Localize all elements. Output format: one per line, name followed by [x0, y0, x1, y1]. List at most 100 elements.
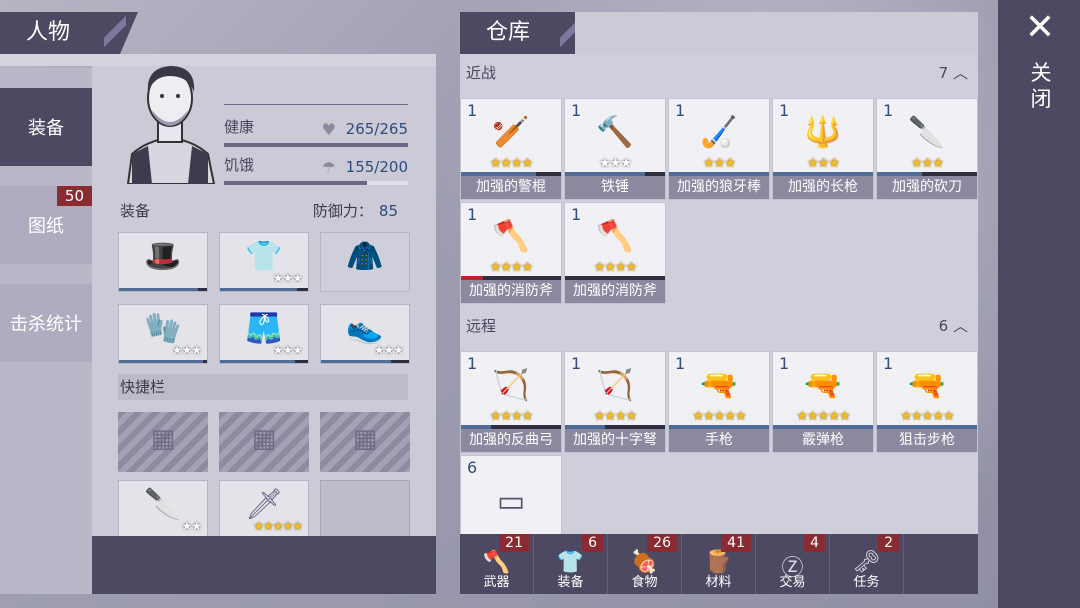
- stats-divider: [224, 104, 408, 105]
- quickbar-section-label: 快捷栏: [120, 378, 166, 396]
- shirt-icon: 👕: [245, 239, 283, 274]
- equipment-slot[interactable]: 👟 ★★★: [320, 304, 410, 364]
- jacket-slot-icon: 🧥: [346, 239, 384, 274]
- health-bar-fill: [224, 143, 408, 147]
- tab-kill-stats[interactable]: 击杀统计: [0, 284, 92, 362]
- health-label: 健康: [224, 118, 255, 136]
- item-name: 铁锤: [565, 176, 665, 199]
- locked-quickbar-slot[interactable]: ▦: [118, 412, 208, 472]
- item-name: 狙击步枪: [877, 429, 977, 452]
- inventory-item[interactable]: 1 🔫 ★★★★★ 手枪: [668, 351, 770, 453]
- storage-title: 仓库: [460, 12, 593, 54]
- tab-clothing[interactable]: 👕 装备 6: [534, 534, 608, 594]
- inventory-item[interactable]: 1 🔪 ★★★ 加强的砍刀: [876, 98, 978, 200]
- durability-bar: [119, 360, 207, 363]
- tab-equipment-label: 装备: [28, 118, 64, 139]
- title-stripe-decoration: [104, 12, 126, 54]
- empty-quickbar-slot[interactable]: [320, 480, 410, 540]
- star-rating: ★★★★: [593, 409, 638, 424]
- tab-blueprints[interactable]: 图纸 50: [0, 186, 92, 264]
- hunger-label: 饥饿: [224, 156, 255, 174]
- equipment-slot[interactable]: 🎩: [118, 232, 208, 292]
- storage-category-tabs: 🪓 武器 21 👕 装备 6 🍖 食物 26 🪵 材料 41 Ⓩ 交易 4 🗝 任务 2: [460, 534, 978, 594]
- star-rating: ★★★★★: [796, 409, 850, 424]
- hat-icon: 🎩: [144, 239, 182, 274]
- hunger-value: 155/200: [345, 158, 408, 176]
- star-rating: ★★★★★: [253, 519, 303, 533]
- cleaver-icon: 🔪: [144, 487, 182, 522]
- inventory-item[interactable]: 1 🔫 ★★★★★ 狙击步枪: [876, 351, 978, 453]
- melee-category-count: 7 ︿: [939, 58, 968, 88]
- star-rating: ★★★★: [593, 260, 638, 275]
- tab-material[interactable]: 🪵 材料 41: [682, 534, 756, 594]
- chevron-up-icon[interactable]: ︿: [953, 64, 968, 82]
- quickbar-slot[interactable]: 🗡 ★★★★★: [219, 480, 309, 540]
- inventory-item[interactable]: 1 🏑 ★★★ 加强的狼牙棒: [668, 98, 770, 200]
- tab-weapon[interactable]: 🪓 武器 21: [460, 534, 534, 594]
- equipment-slot[interactable]: 👕 ★★★: [219, 232, 309, 292]
- equipment-section-header: 装备 防御力： 85: [118, 198, 408, 224]
- durability-bar: [321, 360, 409, 363]
- locked-quickbar-slot[interactable]: ▦: [219, 412, 309, 472]
- character-side-tabs: 装备 图纸 50 击杀统计: [0, 68, 92, 594]
- star-rating: ★★★★: [489, 260, 534, 275]
- equipment-slot[interactable]: 🧤 ★★★: [118, 304, 208, 364]
- star-rating: ★★★: [272, 271, 303, 285]
- tab-count-badge: 4: [804, 534, 825, 552]
- ranged-category-header[interactable]: 远程 6 ︿: [460, 311, 978, 341]
- chevron-up-icon[interactable]: ︿: [953, 317, 968, 335]
- health-stat: 健康 ♥ 265/265: [224, 116, 408, 156]
- melee-category-header[interactable]: 近战 7 ︿: [460, 58, 978, 88]
- character-title-text: 人物: [26, 20, 71, 45]
- character-panel: 人物 装备 图纸 50 击杀统计 健康 ♥ 265/265 饥饿 ☂ 155/2…: [0, 12, 436, 594]
- durability-bar: [119, 288, 207, 291]
- durability-fill: [119, 288, 199, 291]
- tab-trade-coin[interactable]: Ⓩ 交易 4: [756, 534, 830, 594]
- star-rating: ★★: [181, 519, 201, 533]
- close-icon[interactable]: ✕: [1022, 8, 1058, 48]
- item-name: 加强的警棍: [461, 176, 561, 199]
- brick-icon: ▭: [496, 484, 526, 519]
- close-button-label[interactable]: 关闭: [1030, 60, 1052, 112]
- gloves-icon: 🧤: [144, 311, 182, 346]
- inventory-item[interactable]: 1 🔱 ★★★ 加强的长枪: [772, 98, 874, 200]
- locked-quickbar-slot[interactable]: ▦: [320, 412, 410, 472]
- hunger-stat: 饥饿 ☂ 155/200: [224, 154, 408, 194]
- crossbow-icon: 🏹: [596, 368, 634, 403]
- item-name: 加强的砍刀: [877, 176, 977, 199]
- character-portrait: [126, 66, 216, 184]
- tab-label: 武器: [483, 575, 510, 590]
- empty-equipment-slot[interactable]: 🧥: [320, 232, 410, 292]
- star-rating: ★★★: [807, 156, 840, 171]
- tab-label: 食物: [631, 575, 658, 590]
- inventory-item[interactable]: 1 🔫 ★★★★★ 霰弹枪: [772, 351, 874, 453]
- tab-equipment[interactable]: 装备: [0, 88, 92, 166]
- tab-quest-key[interactable]: 🗝 任务 2: [830, 534, 904, 594]
- durability-fill: [220, 360, 295, 363]
- item-name: 加强的长枪: [773, 176, 873, 199]
- inventory-item[interactable]: 1 🪓 ★★★★ 加强的消防斧: [564, 202, 666, 304]
- character-footer: [92, 536, 436, 594]
- melee-category-label: 近战: [466, 64, 497, 82]
- tab-label: 装备: [557, 575, 584, 590]
- inventory-item[interactable]: 1 🔨 ★★★ 铁锤: [564, 98, 666, 200]
- tab-label: 任务: [853, 575, 880, 590]
- inventory-item[interactable]: 1 🏏 ★★★★ 加强的警棍: [460, 98, 562, 200]
- inventory-item[interactable]: 1 🏹 ★★★★ 加强的反曲弓: [460, 351, 562, 453]
- stomach-icon: ☂: [321, 158, 336, 177]
- baton-icon: 🏏: [492, 115, 530, 150]
- inventory-item[interactable]: 1 🪓 ★★★★ 加强的消防斧: [460, 202, 562, 304]
- ranged-category-count: 6 ︿: [939, 311, 968, 341]
- mace-icon: 🏑: [700, 115, 738, 150]
- quickbar-section-header: 快捷栏: [118, 374, 408, 400]
- equipment-slot[interactable]: 🩳 ★★★: [219, 304, 309, 364]
- item-name: 加强的十字弩: [565, 429, 665, 452]
- quickbar-slot[interactable]: 🔪 ★★: [118, 480, 208, 540]
- inventory-item[interactable]: 1 🏹 ★★★★ 加强的十字弩: [564, 351, 666, 453]
- tab-food[interactable]: 🍖 食物 26: [608, 534, 682, 594]
- tab-blueprints-label: 图纸: [28, 216, 64, 237]
- machete-icon: 🔪: [908, 115, 946, 150]
- tab-count-badge: 21: [499, 534, 529, 552]
- item-name: 加强的狼牙棒: [669, 176, 769, 199]
- star-rating: ★★★: [599, 156, 632, 171]
